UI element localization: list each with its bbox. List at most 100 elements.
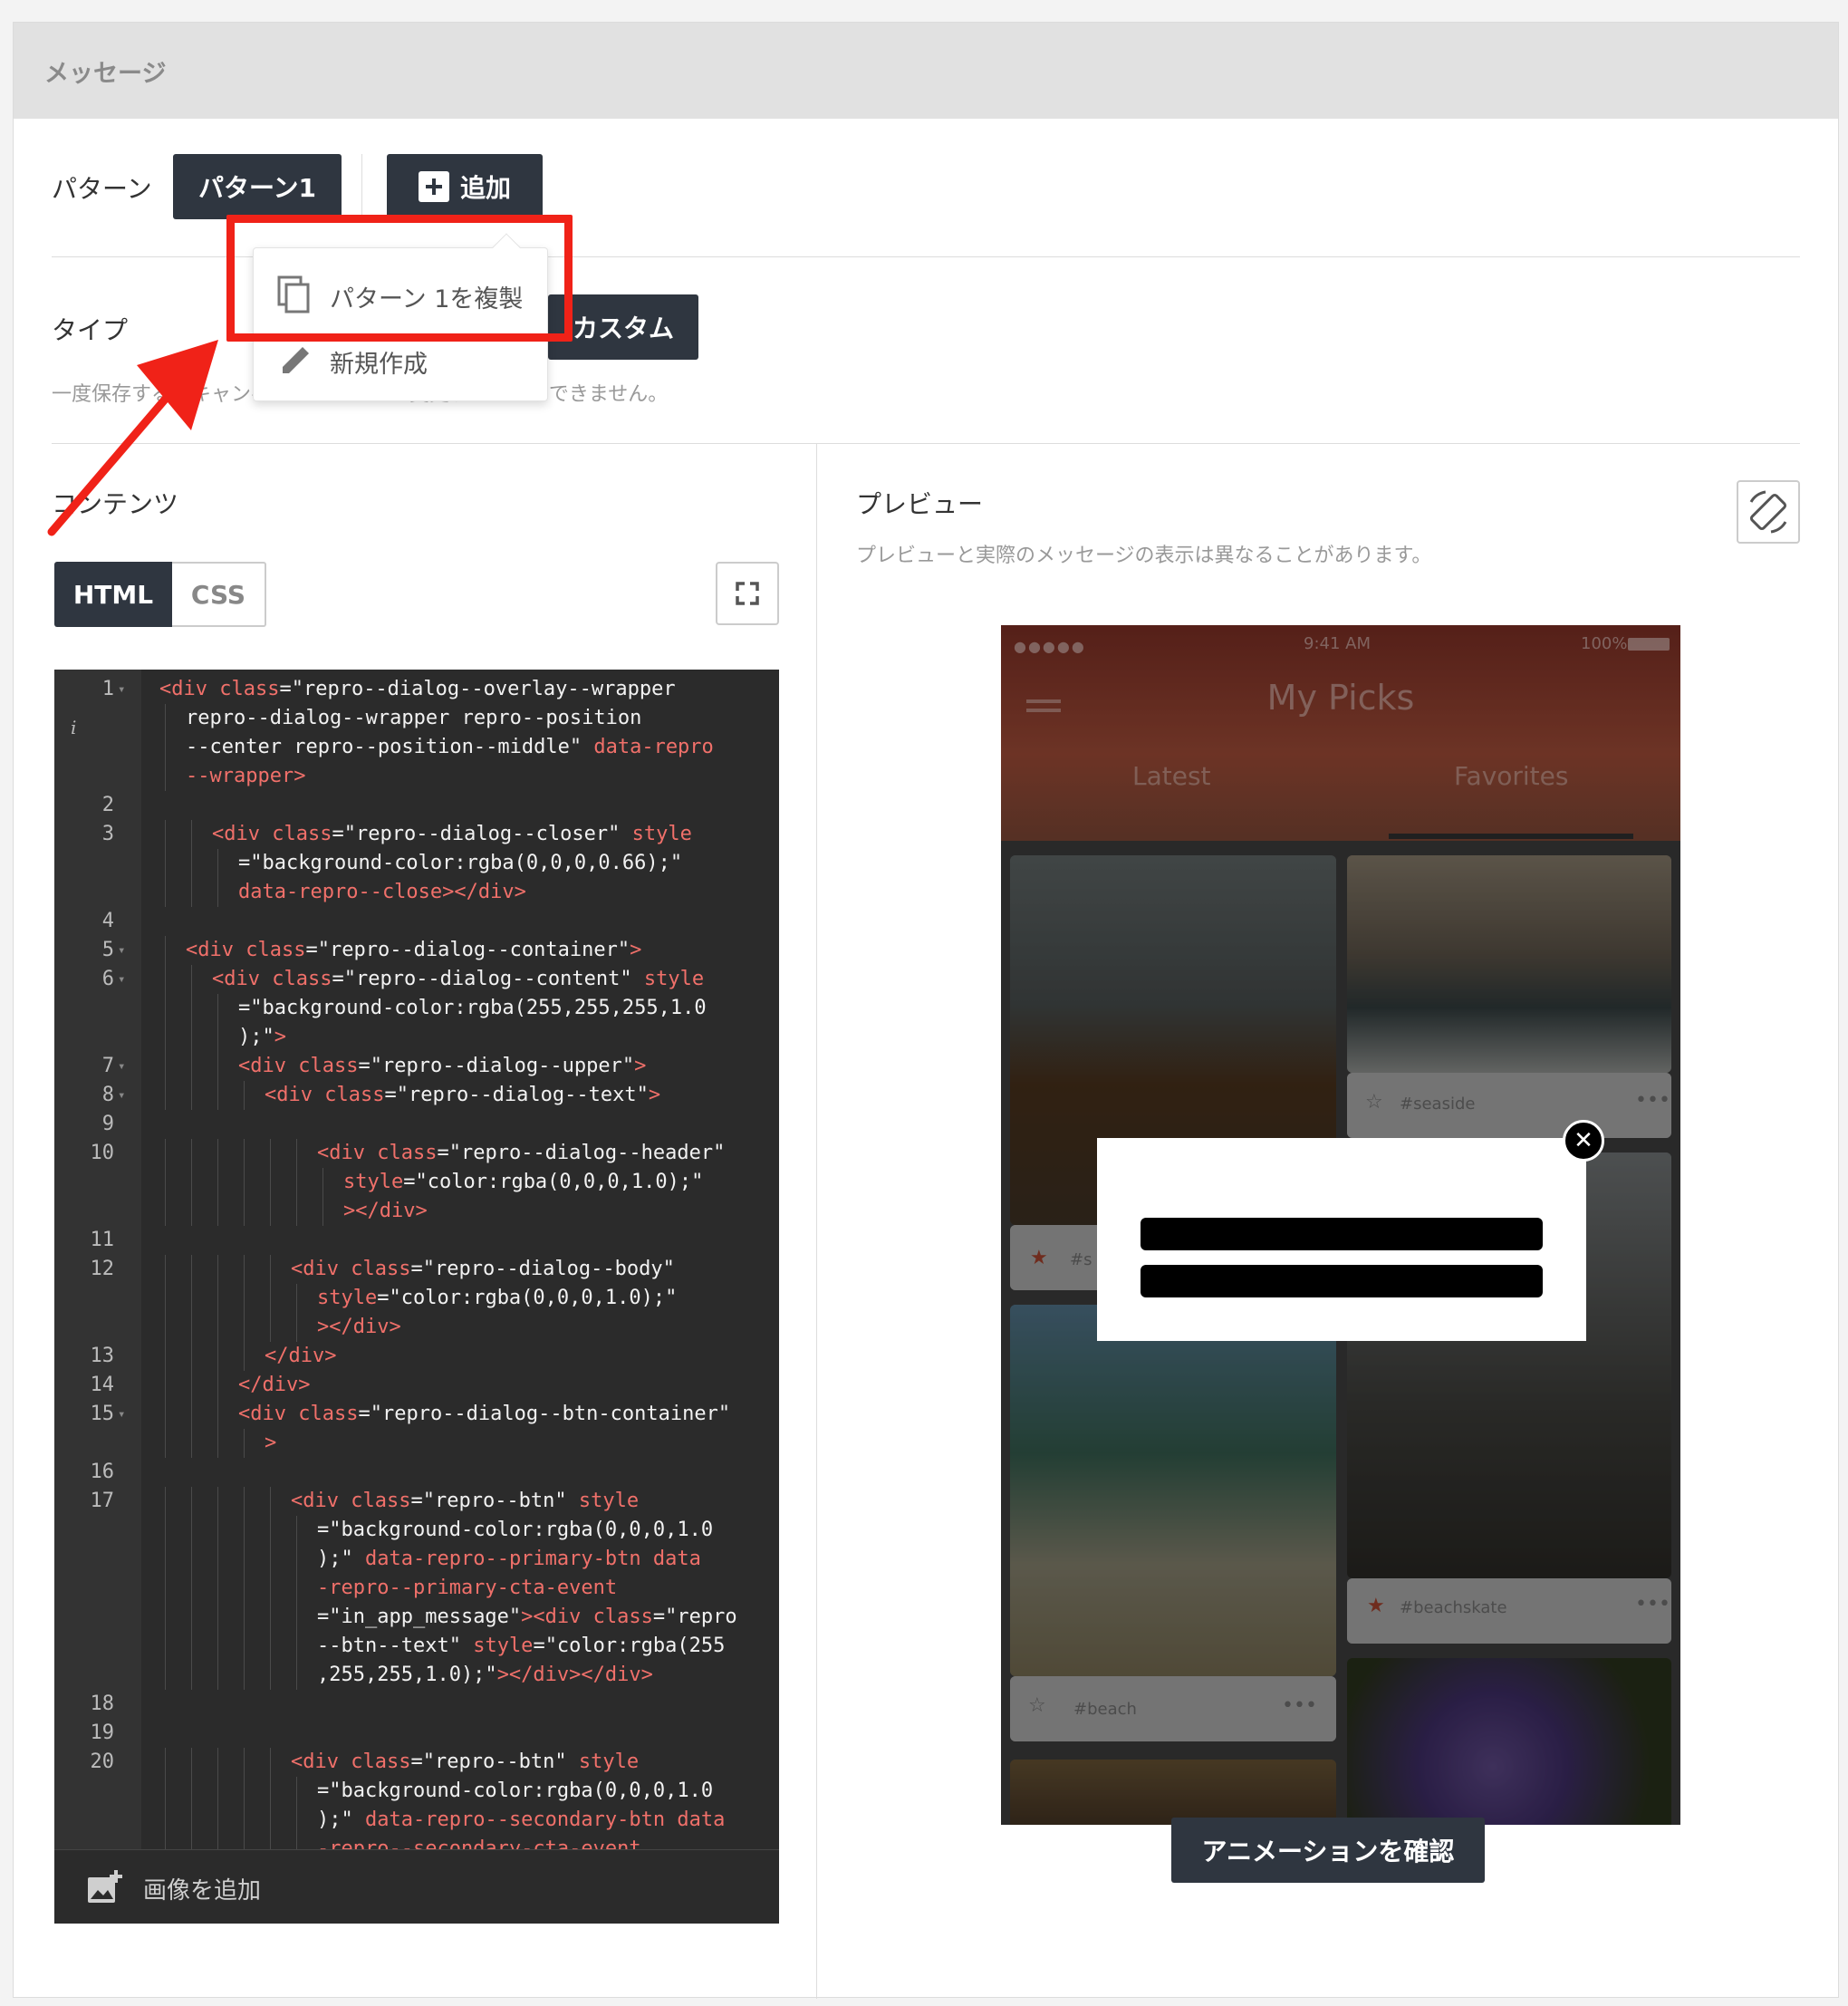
indent-guide xyxy=(217,1284,218,1313)
line-number: 7 xyxy=(101,1055,114,1077)
indent-guide xyxy=(244,1197,245,1226)
indent-guide xyxy=(191,1255,192,1284)
pattern-label: パターン xyxy=(52,174,152,204)
indent-guide xyxy=(217,1429,218,1458)
fold-caret-icon[interactable]: ▾ xyxy=(118,1400,125,1429)
indent-guide xyxy=(244,1429,245,1458)
code-line: 16 xyxy=(54,1458,779,1487)
indent-guide xyxy=(217,1574,218,1603)
indent-guide xyxy=(244,1168,245,1197)
indent-guide xyxy=(165,1139,166,1168)
indent-guide xyxy=(296,1168,297,1197)
indent-guide xyxy=(217,1661,218,1690)
code-editor[interactable]: i 1 ▾ <div class="repro--dialog--overlay--… xyxy=(54,670,779,1924)
code-line: ="background-color:rgba(0,0,0,1.0 xyxy=(54,1516,779,1545)
indent-guide xyxy=(191,1777,192,1806)
fullscreen-button[interactable] xyxy=(716,562,779,625)
indent-guide xyxy=(165,965,166,994)
indent-guide xyxy=(191,1487,192,1516)
code-line: 14 </div> xyxy=(54,1371,779,1400)
line-number: 1 xyxy=(101,678,114,700)
indent-guide xyxy=(191,1574,192,1603)
indent-guide xyxy=(165,1023,166,1052)
add-pattern-button[interactable]: 追加 xyxy=(387,154,543,219)
rotate-button[interactable] xyxy=(1737,480,1800,544)
indent-guide xyxy=(322,1168,323,1197)
tab-css[interactable]: CSS xyxy=(172,562,266,627)
pattern-1-button[interactable]: パターン1 xyxy=(173,154,342,219)
code-text: <div class="repro--dialog--header" xyxy=(317,1142,726,1164)
card-header-title: メッセージ xyxy=(44,60,167,88)
code-footer: 画像を追加 xyxy=(54,1849,779,1924)
code-text: -repro--primary-cta-event xyxy=(317,1577,618,1599)
indent-guide xyxy=(296,1313,297,1342)
code-text: ></div> xyxy=(343,1200,428,1222)
indent-guide xyxy=(244,1603,245,1632)
indent-guide xyxy=(217,1632,218,1661)
fold-caret-icon[interactable]: ▾ xyxy=(118,936,125,965)
indent-guide xyxy=(191,1284,192,1313)
line-number: 19 xyxy=(90,1721,115,1744)
indent-guide xyxy=(270,1139,271,1168)
code-line: style="color:rgba(0,0,0,1.0);" xyxy=(54,1284,779,1313)
line-number: 11 xyxy=(90,1229,115,1251)
line-number: 15 xyxy=(90,1403,115,1425)
indent-guide xyxy=(244,1081,245,1110)
code-text: <div class="repro--dialog--text"> xyxy=(265,1084,661,1106)
indent-guide xyxy=(165,1342,166,1371)
line-number: 2 xyxy=(101,794,114,816)
add-image-label[interactable]: 画像を追加 xyxy=(143,1872,261,1905)
code-text: );" data-repro--secondary-btn data xyxy=(317,1808,726,1831)
indent-guide xyxy=(270,1545,271,1574)
code-line: ></div> xyxy=(54,1313,779,1342)
indent-guide xyxy=(270,1806,271,1835)
indent-guide xyxy=(191,878,192,907)
indent-guide xyxy=(165,1255,166,1284)
check-animation-button[interactable]: アニメーションを確認 xyxy=(1171,1818,1485,1883)
indent-guide xyxy=(165,762,166,791)
code-line: 9 xyxy=(54,1110,779,1139)
add-image-icon[interactable] xyxy=(87,1870,123,1905)
annotation-arrow-icon xyxy=(47,340,218,536)
code-line: > xyxy=(54,1429,779,1458)
indent-guide xyxy=(270,1168,271,1197)
fold-caret-icon[interactable]: ▾ xyxy=(118,675,125,704)
fold-caret-icon[interactable]: ▾ xyxy=(118,1052,125,1081)
line-number: 12 xyxy=(90,1258,115,1280)
indent-guide xyxy=(270,1661,271,1690)
indent-guide xyxy=(217,1342,218,1371)
indent-guide xyxy=(165,1748,166,1777)
indent-guide xyxy=(244,1545,245,1574)
indent-guide xyxy=(244,1574,245,1603)
dialog-close-icon[interactable]: ✕ xyxy=(1563,1120,1604,1162)
indent-guide xyxy=(217,1806,218,1835)
indent-guide xyxy=(191,1661,192,1690)
code-line: ,255,255,1.0);"></div></div> xyxy=(54,1661,779,1690)
line-number: 6 xyxy=(101,968,114,990)
indent-guide xyxy=(244,1139,245,1168)
code-text: ="background-color:rgba(255,255,255,1.0 xyxy=(238,997,707,1019)
indent-guide xyxy=(217,1603,218,1632)
indent-guide xyxy=(270,1574,271,1603)
preview-helper-text: プレビューと実際のメッセージの表示は異なることがあります。 xyxy=(856,545,1432,567)
indent-guide xyxy=(165,1516,166,1545)
code-line: --center repro--position--middle" data-r… xyxy=(54,733,779,762)
indent-guide xyxy=(217,1023,218,1052)
indent-guide xyxy=(244,1313,245,1342)
indent-guide xyxy=(270,1313,271,1342)
indent-guide xyxy=(217,1255,218,1284)
card-header: メッセージ xyxy=(14,23,1838,119)
indent-guide xyxy=(191,1632,192,1661)
code-line: );" data-repro--primary-btn data xyxy=(54,1545,779,1574)
tab-html[interactable]: HTML xyxy=(54,562,172,627)
indent-guide xyxy=(165,1545,166,1574)
code-text: > xyxy=(265,1432,277,1454)
indent-guide xyxy=(217,1168,218,1197)
indent-guide xyxy=(217,1197,218,1226)
indent-guide xyxy=(217,1081,218,1110)
indent-guide xyxy=(165,1603,166,1632)
fold-caret-icon[interactable]: ▾ xyxy=(118,1081,125,1110)
fold-caret-icon[interactable]: ▾ xyxy=(118,965,125,994)
code-text: <div class="repro--dialog--btn-container… xyxy=(238,1403,731,1425)
indent-guide xyxy=(217,1545,218,1574)
